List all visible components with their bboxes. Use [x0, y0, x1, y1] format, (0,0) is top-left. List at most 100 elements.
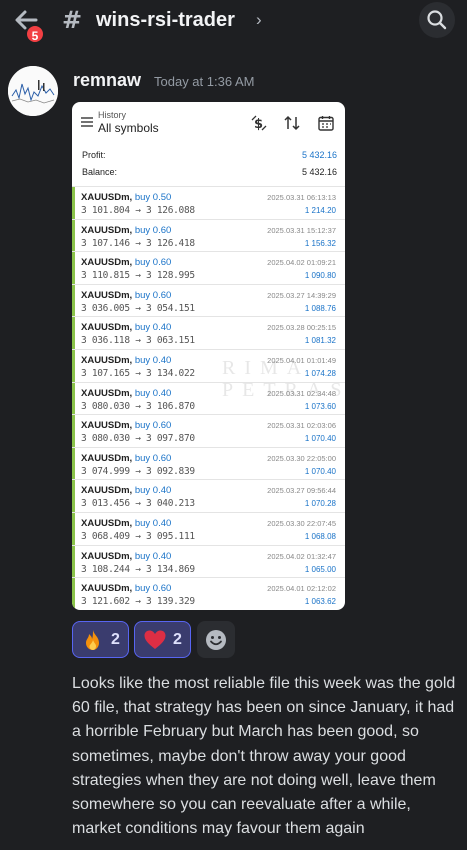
trade-datetime: 2025.03.31 15:12:37	[267, 225, 336, 235]
trade-row: XAUUSDm, buy 0.60 3 107.146 → 3 126.418 20…	[72, 218, 345, 252]
red-heart-icon	[144, 630, 166, 649]
trade-side: buy 0.40	[134, 485, 172, 497]
trade-symbol: XAUUSDm, buy 0.60	[81, 420, 171, 431]
reaction-fire[interactable]: 2	[72, 621, 129, 658]
unread-badge: 5	[25, 24, 45, 44]
author-avatar[interactable]	[8, 66, 58, 116]
trade-symbol-name: XAUUSDm,	[81, 355, 133, 366]
trade-status-bar	[72, 382, 75, 415]
trade-side: buy 0.40	[134, 550, 172, 562]
search-button[interactable]	[419, 2, 455, 38]
trade-status-bar	[72, 252, 75, 284]
trade-symbol-name: XAUUSDm,	[81, 257, 133, 269]
trade-profit: 1 088.76	[304, 303, 336, 313]
profit-value: 5 432.16	[301, 150, 337, 160]
trade-symbol-name: XAUUSDm,	[81, 583, 133, 595]
trade-symbol: XAUUSDm, buy 0.60	[81, 290, 171, 301]
trade-status-bar	[72, 415, 75, 447]
trade-profit: 1 070.40	[304, 466, 336, 476]
trade-symbol-name: XAUUSDm,	[81, 387, 133, 399]
trade-side: buy 0.60	[134, 257, 172, 269]
trade-prices: 3 121.602 → 3 139.329	[81, 596, 195, 608]
message-author[interactable]: remnaw	[73, 70, 141, 91]
trade-symbol-name: XAUUSDm,	[81, 518, 133, 529]
trade-prices: 3 074.999 → 3 092.839	[81, 465, 195, 477]
trade-status-bar	[72, 578, 75, 610]
watermark-line1: RIMA	[222, 357, 311, 379]
reaction-count: 2	[173, 630, 182, 648]
trade-side: buy 0.60	[134, 452, 172, 464]
balance-label: Balance:	[82, 167, 118, 177]
trade-datetime: 2025.03.30 22:05:00	[267, 453, 336, 463]
trade-symbol-name: XAUUSDm,	[81, 420, 133, 432]
menu-icon	[81, 117, 93, 127]
trade-datetime: 2025.03.27 14:39:29	[267, 290, 336, 300]
trade-row: XAUUSDm, buy 0.40 3 108.244 → 3 134.869 20…	[72, 544, 345, 578]
trade-row: XAUUSDm, buy 0.60 3 036.005 → 3 054.151 20…	[72, 283, 345, 317]
trade-row: XAUUSDm, buy 0.40 3 068.409 → 3 095.111 20…	[72, 512, 345, 545]
trade-profit: 1 081.32	[304, 336, 336, 346]
trade-symbol: XAUUSDm, buy 0.40	[81, 355, 171, 366]
profit-row: Profit: 5 432.16	[82, 150, 337, 164]
trade-profit: 1 065.00	[304, 564, 336, 574]
profit-label: Profit:	[82, 150, 106, 160]
trade-symbol: XAUUSDm, buy 0.40	[81, 388, 171, 399]
fire-icon	[86, 629, 99, 650]
trade-datetime: 2025.03.27 09:56:44	[267, 486, 336, 496]
trade-prices: 3 080.030 → 3 097.870	[81, 433, 195, 445]
trade-side: buy 0.60	[134, 289, 172, 301]
trade-symbol: XAUUSDm, buy 0.60	[81, 453, 171, 464]
trade-side: buy 0.60	[134, 420, 172, 432]
trade-side: buy 0.40	[134, 518, 172, 529]
trade-prices: 3 107.146 → 3 126.418	[81, 237, 195, 249]
trade-symbol-name: XAUUSDm,	[81, 452, 133, 464]
watermark: RIMA PETRAS	[222, 357, 345, 401]
trade-status-bar	[72, 513, 75, 545]
currency-exchange-icon: $	[251, 115, 267, 132]
add-reaction-button[interactable]	[197, 621, 235, 658]
trade-status-bar	[72, 187, 75, 219]
balance-row: Balance: 5 432.16	[82, 167, 337, 181]
trade-prices: 3 036.118 → 3 063.151	[81, 335, 195, 347]
trade-datetime: 2025.03.30 22:07:45	[267, 519, 336, 528]
trade-symbol-name: XAUUSDm,	[81, 224, 133, 236]
sort-icon	[284, 115, 300, 131]
trade-prices: 3 110.815 → 3 128.995	[81, 270, 195, 282]
reaction-heart[interactable]: 2	[134, 621, 191, 658]
trade-profit: 1 068.08	[304, 532, 336, 541]
trade-status-bar	[72, 350, 75, 382]
trade-prices: 3 080.030 → 3 106.870	[81, 400, 195, 412]
trade-status-bar	[72, 317, 75, 349]
trade-profit: 1 214.20	[304, 206, 336, 215]
trade-datetime: 2025.03.28 00:25:15	[267, 323, 336, 333]
trade-prices: 3 108.244 → 3 134.869	[81, 563, 195, 575]
trade-datetime: 2025.03.31 02:03:06	[267, 421, 336, 431]
trade-status-bar	[72, 284, 75, 317]
trade-datetime: 2025.03.31 06:13:13	[267, 193, 336, 202]
channel-name[interactable]: wins-rsi-trader	[96, 9, 235, 32]
trade-prices: 3 036.005 → 3 054.151	[81, 302, 195, 314]
trade-side: buy 0.40	[134, 355, 172, 366]
trade-symbol-name: XAUUSDm,	[81, 322, 133, 334]
trade-symbol: XAUUSDm, buy 0.60	[81, 257, 171, 268]
message-content: Looks like the most reliable file this w…	[72, 675, 456, 838]
trade-symbol: XAUUSDm, buy 0.60	[81, 225, 171, 236]
trade-prices: 3 013.456 → 3 040.213	[81, 498, 195, 510]
trade-row: XAUUSDm, buy 0.40 3 013.456 → 3 040.213 20…	[72, 479, 345, 512]
trade-profit: 1 073.60	[304, 401, 336, 411]
chevron-right-icon[interactable]: ›	[256, 10, 262, 30]
attachment-image[interactable]: History All symbols $ Profit: 5 432.16 B…	[72, 102, 345, 610]
search-icon	[427, 10, 447, 30]
trade-symbol: XAUUSDm, buy 0.60	[81, 583, 171, 594]
trade-side: buy 0.50	[134, 192, 172, 203]
history-header: History All symbols $	[72, 102, 345, 142]
trade-side: buy 0.60	[134, 583, 172, 595]
trade-row: XAUUSDm, buy 0.60 3 121.602 → 3 139.329 20…	[72, 577, 345, 610]
watermark-line2: PETRAS	[222, 379, 345, 401]
symbol-filter: All symbols	[98, 121, 159, 135]
svg-text:$: $	[254, 117, 263, 132]
totals-panel: Profit: 5 432.16 Balance: 5 432.16	[72, 146, 345, 186]
trade-symbol: XAUUSDm, buy 0.40	[81, 485, 171, 496]
history-label: History	[98, 110, 127, 120]
trade-row: XAUUSDm, buy 0.60 3 110.815 → 3 128.995 20…	[72, 251, 345, 284]
